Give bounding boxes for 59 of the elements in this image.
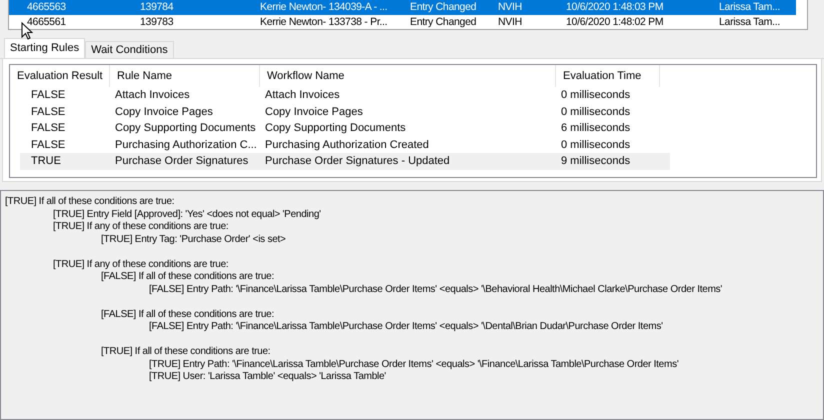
column-header[interactable]: Workflow Name	[260, 65, 556, 87]
table-cell-text: 0 milliseconds	[560, 88, 632, 103]
table-cell-text: Copy Supporting Documents	[264, 121, 407, 136]
entry-row[interactable]: 4665561 139783 Kerrie Newton- 133738 - Pr... Entry Changed NVIH 10/6/2020 1:48:02 PM Larissa Tam...	[9, 15, 796, 30]
condition-line: [TRUE] Entry Tag: 'Purchase Order' <is set>	[101, 234, 286, 244]
rule-row[interactable]: FALSE Purchasing Authorization C... Purchasing Authorization Created 0 milliseconds	[20, 136, 670, 153]
condition-line: [FALSE] Entry Path: '\Finance\Larissa Tamble\Purchase Order Items' <equals> '\Dental\Brian Dudar\Purchase Order Items'	[149, 321, 663, 332]
table-cell-text: Purchase Order Signatures	[114, 154, 250, 169]
table-cell-text: 9 milliseconds	[560, 154, 632, 169]
table-cell-text: NVIH	[497, 0, 523, 15]
table-cell-text: 4665563	[26, 0, 67, 15]
table-cell-text: Entry Changed	[409, 0, 478, 15]
table-cell-text: 139784	[139, 0, 174, 15]
table-cell-text: FALSE	[30, 104, 66, 120]
tab[interactable]: Starting Rules	[4, 38, 86, 58]
table-cell-text: 0 milliseconds	[560, 104, 632, 120]
table-cell-text: Copy Invoice Pages	[114, 104, 214, 120]
table-cell-text: NVIH	[497, 15, 523, 30]
condition-line: [TRUE] If all of these conditions are true:	[5, 196, 174, 207]
rule-row[interactable]: FALSE Copy Invoice Pages Copy Invoice Pages 0 milliseconds	[20, 104, 670, 120]
table-cell-text: FALSE	[30, 88, 66, 103]
table-cell-text: Purchasing Authorization Created	[264, 138, 430, 152]
rule-row[interactable]: TRUE Purchase Order Signatures Purchase Order Signatures - Updated 9 milliseconds	[20, 153, 670, 170]
condition-line: [TRUE] If any of these conditions are true:	[53, 258, 228, 270]
table-cell-text: Larissa Tam...	[718, 15, 781, 30]
table-cell-text: 10/6/2020 1:48:02 PM	[565, 15, 664, 30]
table-cell-text: Kerrie Newton- 133738 - Pr...	[259, 15, 388, 30]
table-cell-text: FALSE	[30, 121, 66, 136]
table-cell-text: Attach Invoices	[264, 88, 341, 103]
table-cell-text: Entry Changed	[409, 15, 478, 30]
table-cell-text: 0 milliseconds	[560, 138, 632, 152]
table-cell-text: Attach Invoices	[114, 88, 191, 103]
condition-line: [TRUE] If all of these conditions are true:	[101, 346, 270, 357]
condition-line: [FALSE] Entry Path: '\Finance\Larissa Tamble\Purchase Order Items' <equals> '\Behavioral Health\Michael Clarke\Purchase Order Items'	[149, 284, 722, 294]
column-header[interactable]: Evaluation Time	[556, 65, 660, 87]
condition-line: [TRUE] If any of these conditions are true:	[53, 221, 228, 232]
entry-row[interactable]: 4665563 139784 Kerrie Newton- 134039-A - ... Entry Changed NVIH 10/6/2020 1:48:03 PM Larissa Tam...	[9, 0, 796, 15]
table-cell-text: 10/6/2020 1:48:03 PM	[565, 0, 664, 15]
rule-row[interactable]: FALSE Attach Invoices Attach Invoices 0 milliseconds	[20, 87, 670, 104]
condition-line: [TRUE] Entry Path: '\Finance\Larissa Tamble\Purchase Order Items' <equals> '\Finance\Larissa Tamble\Purchase Order Items'	[149, 358, 678, 370]
tab[interactable]: Wait Conditions	[85, 41, 174, 58]
column-header[interactable]: Evaluation Result	[10, 65, 110, 87]
table-cell-text: 6 milliseconds	[560, 121, 632, 136]
table-cell-text: 139783	[139, 15, 174, 30]
condition-line: [TRUE] User: 'Larissa Tamble' <equals> 'Larissa Tamble'	[149, 371, 386, 382]
condition-line: [FALSE] If all of these conditions are true:	[101, 308, 274, 320]
rule-row[interactable]: FALSE Copy Supporting Documents Copy Supporting Documents 6 milliseconds	[20, 120, 670, 136]
table-cell-text: Larissa Tam...	[718, 0, 781, 15]
table-cell-text: Kerrie Newton- 134039-A - ...	[259, 0, 388, 15]
table-cell-text: Copy Supporting Documents	[114, 121, 257, 136]
condition-line: [TRUE] Entry Field [Approved]: 'Yes' <does not equal> 'Pending'	[53, 208, 321, 220]
table-cell-text: FALSE	[30, 138, 66, 152]
table-cell-text: Purchasing Authorization C...	[114, 138, 258, 152]
condition-line: [FALSE] If all of these conditions are true:	[101, 271, 274, 282]
table-cell-text: Purchase Order Signatures - Updated	[264, 154, 451, 169]
table-cell-text: TRUE	[30, 154, 62, 169]
column-header[interactable]: Rule Name	[110, 65, 260, 87]
table-cell-text: 4665561	[26, 15, 67, 30]
table-cell-text: Copy Invoice Pages	[264, 104, 364, 120]
